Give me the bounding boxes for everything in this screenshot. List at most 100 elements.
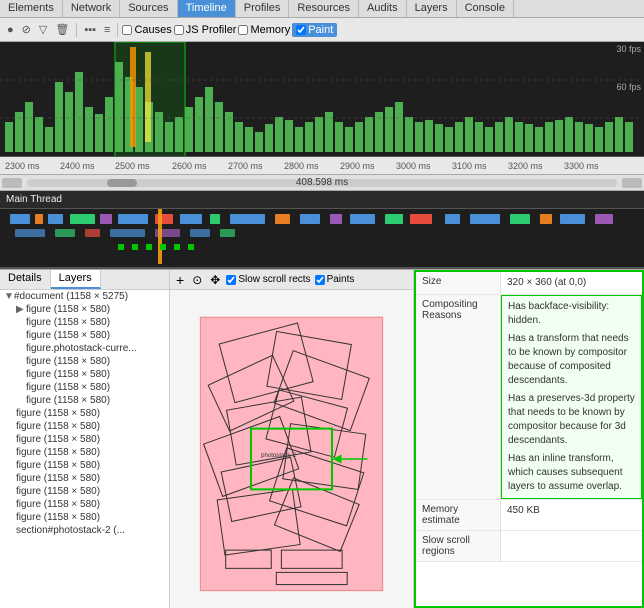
slow-scroll-label[interactable]: Slow scroll rects [226, 274, 310, 285]
scroll-thumb[interactable] [107, 179, 137, 187]
scroll-left-btn[interactable] [2, 178, 22, 188]
tree-item-label: figure (1158 × 580) [26, 356, 110, 367]
tree-item-label: figure (1158 × 580) [16, 512, 100, 523]
compositing-value: Has backface-visibility: hidden. Has a t… [501, 295, 642, 499]
reason-3: Has a preserves-3d property that needs t… [508, 392, 635, 448]
flame-chart-button[interactable]: ≡ [101, 23, 113, 37]
clear-button[interactable]: 🗑 [52, 22, 72, 37]
record-button[interactable]: ● [4, 23, 17, 37]
js-profiler-checkbox-label[interactable]: JS Profiler [174, 24, 237, 36]
tree-item-label: figure (1158 × 580) [16, 421, 100, 432]
tab-sources[interactable]: Sources [120, 0, 177, 17]
size-row: Size 320 × 360 (at 0,0) [416, 272, 642, 295]
add-layer-button[interactable]: + [174, 272, 186, 288]
list-item[interactable]: figure (1158 × 580) [0, 511, 169, 524]
nav-tabs: Elements Network Sources Timeline Profil… [0, 0, 644, 18]
layer-toolbar: + ⊙ ✥ Slow scroll rects Paints [170, 270, 413, 290]
slow-scroll-row: Slow scroll regions [416, 531, 642, 562]
tab-audits[interactable]: Audits [359, 0, 407, 17]
tab-network[interactable]: Network [63, 0, 120, 17]
time-3200: 3200 ms [508, 161, 543, 171]
tab-layers[interactable]: Layers [51, 270, 101, 289]
size-label: Size [416, 272, 501, 294]
list-item[interactable]: figure (1158 × 580) [0, 420, 169, 433]
list-item[interactable]: ▼ #document (1158 × 5275) [0, 290, 169, 303]
tree-item-label: figure (1158 × 580) [26, 317, 110, 328]
left-panel: Details Layers ▼ #document (1158 × 5275)… [0, 270, 170, 608]
fps-60-label: 60 fps [616, 82, 641, 92]
tab-details[interactable]: Details [0, 270, 51, 289]
tree-arrow: ▼ [4, 291, 14, 302]
tab-layers[interactable]: Layers [407, 0, 457, 17]
time-3300: 3300 ms [564, 161, 599, 171]
memory-row: Memory estimate 450 KB [416, 500, 642, 531]
time-2400: 2400 ms [60, 161, 95, 171]
bar-chart-button[interactable]: ▪▪▪ [81, 23, 99, 37]
list-item[interactable]: figure (1158 × 580) [0, 381, 169, 394]
stop-button[interactable]: ⊘ [19, 22, 34, 37]
list-item[interactable]: figure (1158 × 580) [0, 407, 169, 420]
tree-item-label: figure (1158 × 580) [16, 486, 100, 497]
slow-scroll-text: Slow scroll rects [238, 274, 310, 285]
compositing-label: Compositing Reasons [416, 295, 501, 499]
time-ruler: 2300 ms 2400 ms 2500 ms 2600 ms 2700 ms … [0, 157, 644, 175]
causes-checkbox-label[interactable]: Causes [122, 24, 171, 36]
scroll-right-btn[interactable] [622, 178, 642, 188]
tab-profiles[interactable]: Profiles [236, 0, 290, 17]
list-item[interactable]: figure (1158 × 580) [0, 446, 169, 459]
paint-checkbox-label[interactable]: Paint [292, 23, 337, 37]
memory-checkbox[interactable] [238, 25, 248, 35]
main-thread-bar: Main Thread [0, 191, 644, 209]
causes-checkbox[interactable] [122, 25, 132, 35]
list-item[interactable]: figure (1158 × 580) [0, 329, 169, 342]
paints-label[interactable]: Paints [315, 274, 355, 285]
reason-2: Has a transform that needs to be known b… [508, 332, 635, 388]
timeline-chart[interactable] [0, 42, 640, 157]
paint-checkbox[interactable] [296, 25, 306, 35]
thread-chart [0, 209, 640, 269]
memory-value: 450 KB [501, 500, 642, 530]
tree-item-label: figure (1158 × 580) [16, 434, 100, 445]
list-item[interactable]: figure (1158 × 580) [0, 368, 169, 381]
tree-item-label: figure (1158 × 580) [26, 382, 110, 393]
paints-checkbox[interactable] [315, 275, 325, 285]
list-item[interactable]: figure (1158 × 580) [0, 459, 169, 472]
js-profiler-label: JS Profiler [186, 24, 237, 36]
orbit-button[interactable]: ⊙ [190, 273, 204, 287]
list-item[interactable]: figure (1158 × 580) [0, 472, 169, 485]
paint-label: Paint [308, 24, 333, 36]
scrollbar-area[interactable]: 408.598 ms [0, 175, 644, 191]
list-item[interactable]: figure (1158 × 580) [0, 394, 169, 407]
tab-resources[interactable]: Resources [289, 0, 359, 17]
tab-console[interactable]: Console [457, 0, 514, 17]
time-3000: 3000 ms [396, 161, 431, 171]
toolbar: ● ⊘ ▽ 🗑 ▪▪▪ ≡ Causes JS Profiler Memory … [0, 18, 644, 42]
slow-scroll-checkbox[interactable] [226, 275, 236, 285]
tree-item-label: figure (1158 × 580) [16, 447, 100, 458]
layer-visualization[interactable]: photostack-2 [170, 290, 413, 608]
tree-item-label: #document (1158 × 5275) [14, 291, 128, 302]
tree-item-label: figure (1158 × 580) [16, 499, 100, 510]
causes-label: Causes [134, 24, 171, 36]
time-display: 408.598 ms [296, 177, 348, 188]
list-item[interactable]: figure.photostack-curre... [0, 342, 169, 355]
pan-button[interactable]: ✥ [208, 273, 222, 287]
tab-elements[interactable]: Elements [0, 0, 63, 17]
filter-button[interactable]: ▽ [36, 22, 50, 37]
panel-tabs: Details Layers [0, 270, 169, 290]
time-2800: 2800 ms [284, 161, 319, 171]
tree-item-label: figure (1158 × 580) [16, 473, 100, 484]
memory-label: Memory estimate [416, 500, 501, 530]
list-item[interactable]: figure (1158 × 580) [0, 485, 169, 498]
list-item[interactable]: figure (1158 × 580) [0, 316, 169, 329]
tab-timeline[interactable]: Timeline [178, 0, 236, 17]
js-profiler-checkbox[interactable] [174, 25, 184, 35]
list-item[interactable]: figure (1158 × 580) [0, 355, 169, 368]
time-2500: 2500 ms [115, 161, 150, 171]
memory-checkbox-label[interactable]: Memory [238, 24, 290, 36]
list-item[interactable]: figure (1158 × 580) [0, 498, 169, 511]
list-item[interactable]: figure (1158 × 580) [0, 433, 169, 446]
list-item[interactable]: ▶ figure (1158 × 580) [0, 303, 169, 316]
list-item[interactable]: section#photostack-2 (... [0, 524, 169, 537]
tree-item-label: figure (1158 × 580) [16, 460, 100, 471]
